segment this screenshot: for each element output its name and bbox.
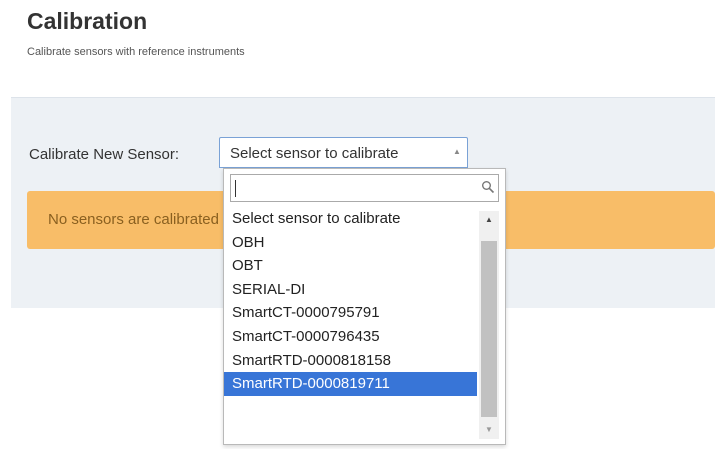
dropdown-option[interactable]: SmartRTD-0000818158 (224, 349, 477, 373)
sensor-dropdown: Select sensor to calibrate OBH OBT SERIA… (223, 168, 506, 445)
triangle-up-icon: ▲ (453, 147, 461, 156)
sensor-select-value: Select sensor to calibrate (230, 145, 399, 162)
dropdown-option[interactable]: SmartCT-0000795791 (224, 301, 477, 325)
calibrate-new-sensor-label: Calibrate New Sensor: (29, 146, 180, 163)
page-title: Calibration (27, 8, 148, 34)
dropdown-option[interactable]: OBT (224, 254, 477, 278)
magnifier-icon (482, 181, 495, 194)
dropdown-scrollbar[interactable]: ▲ ▼ (479, 211, 499, 439)
dropdown-options: Select sensor to calibrate OBH OBT SERIA… (224, 207, 477, 396)
scroll-down-arrow-icon[interactable]: ▼ (479, 421, 499, 439)
scroll-up-arrow-icon[interactable]: ▲ (479, 211, 499, 229)
sensor-select[interactable]: Select sensor to calibrate ▲ (219, 137, 468, 168)
dropdown-option[interactable]: OBH (224, 231, 477, 255)
scroll-thumb[interactable] (481, 241, 497, 417)
alert-text: No sensors are calibrated (48, 211, 219, 228)
page-subtitle: Calibrate sensors with reference instrum… (27, 46, 245, 58)
dropdown-option-highlighted[interactable]: SmartRTD-0000819711 (224, 372, 477, 396)
dropdown-search-input[interactable] (230, 174, 499, 202)
dropdown-option[interactable]: SmartCT-0000796435 (224, 325, 477, 349)
dropdown-option[interactable]: Select sensor to calibrate (224, 207, 477, 231)
dropdown-option[interactable]: SERIAL-DI (224, 278, 477, 302)
text-caret (235, 180, 236, 197)
